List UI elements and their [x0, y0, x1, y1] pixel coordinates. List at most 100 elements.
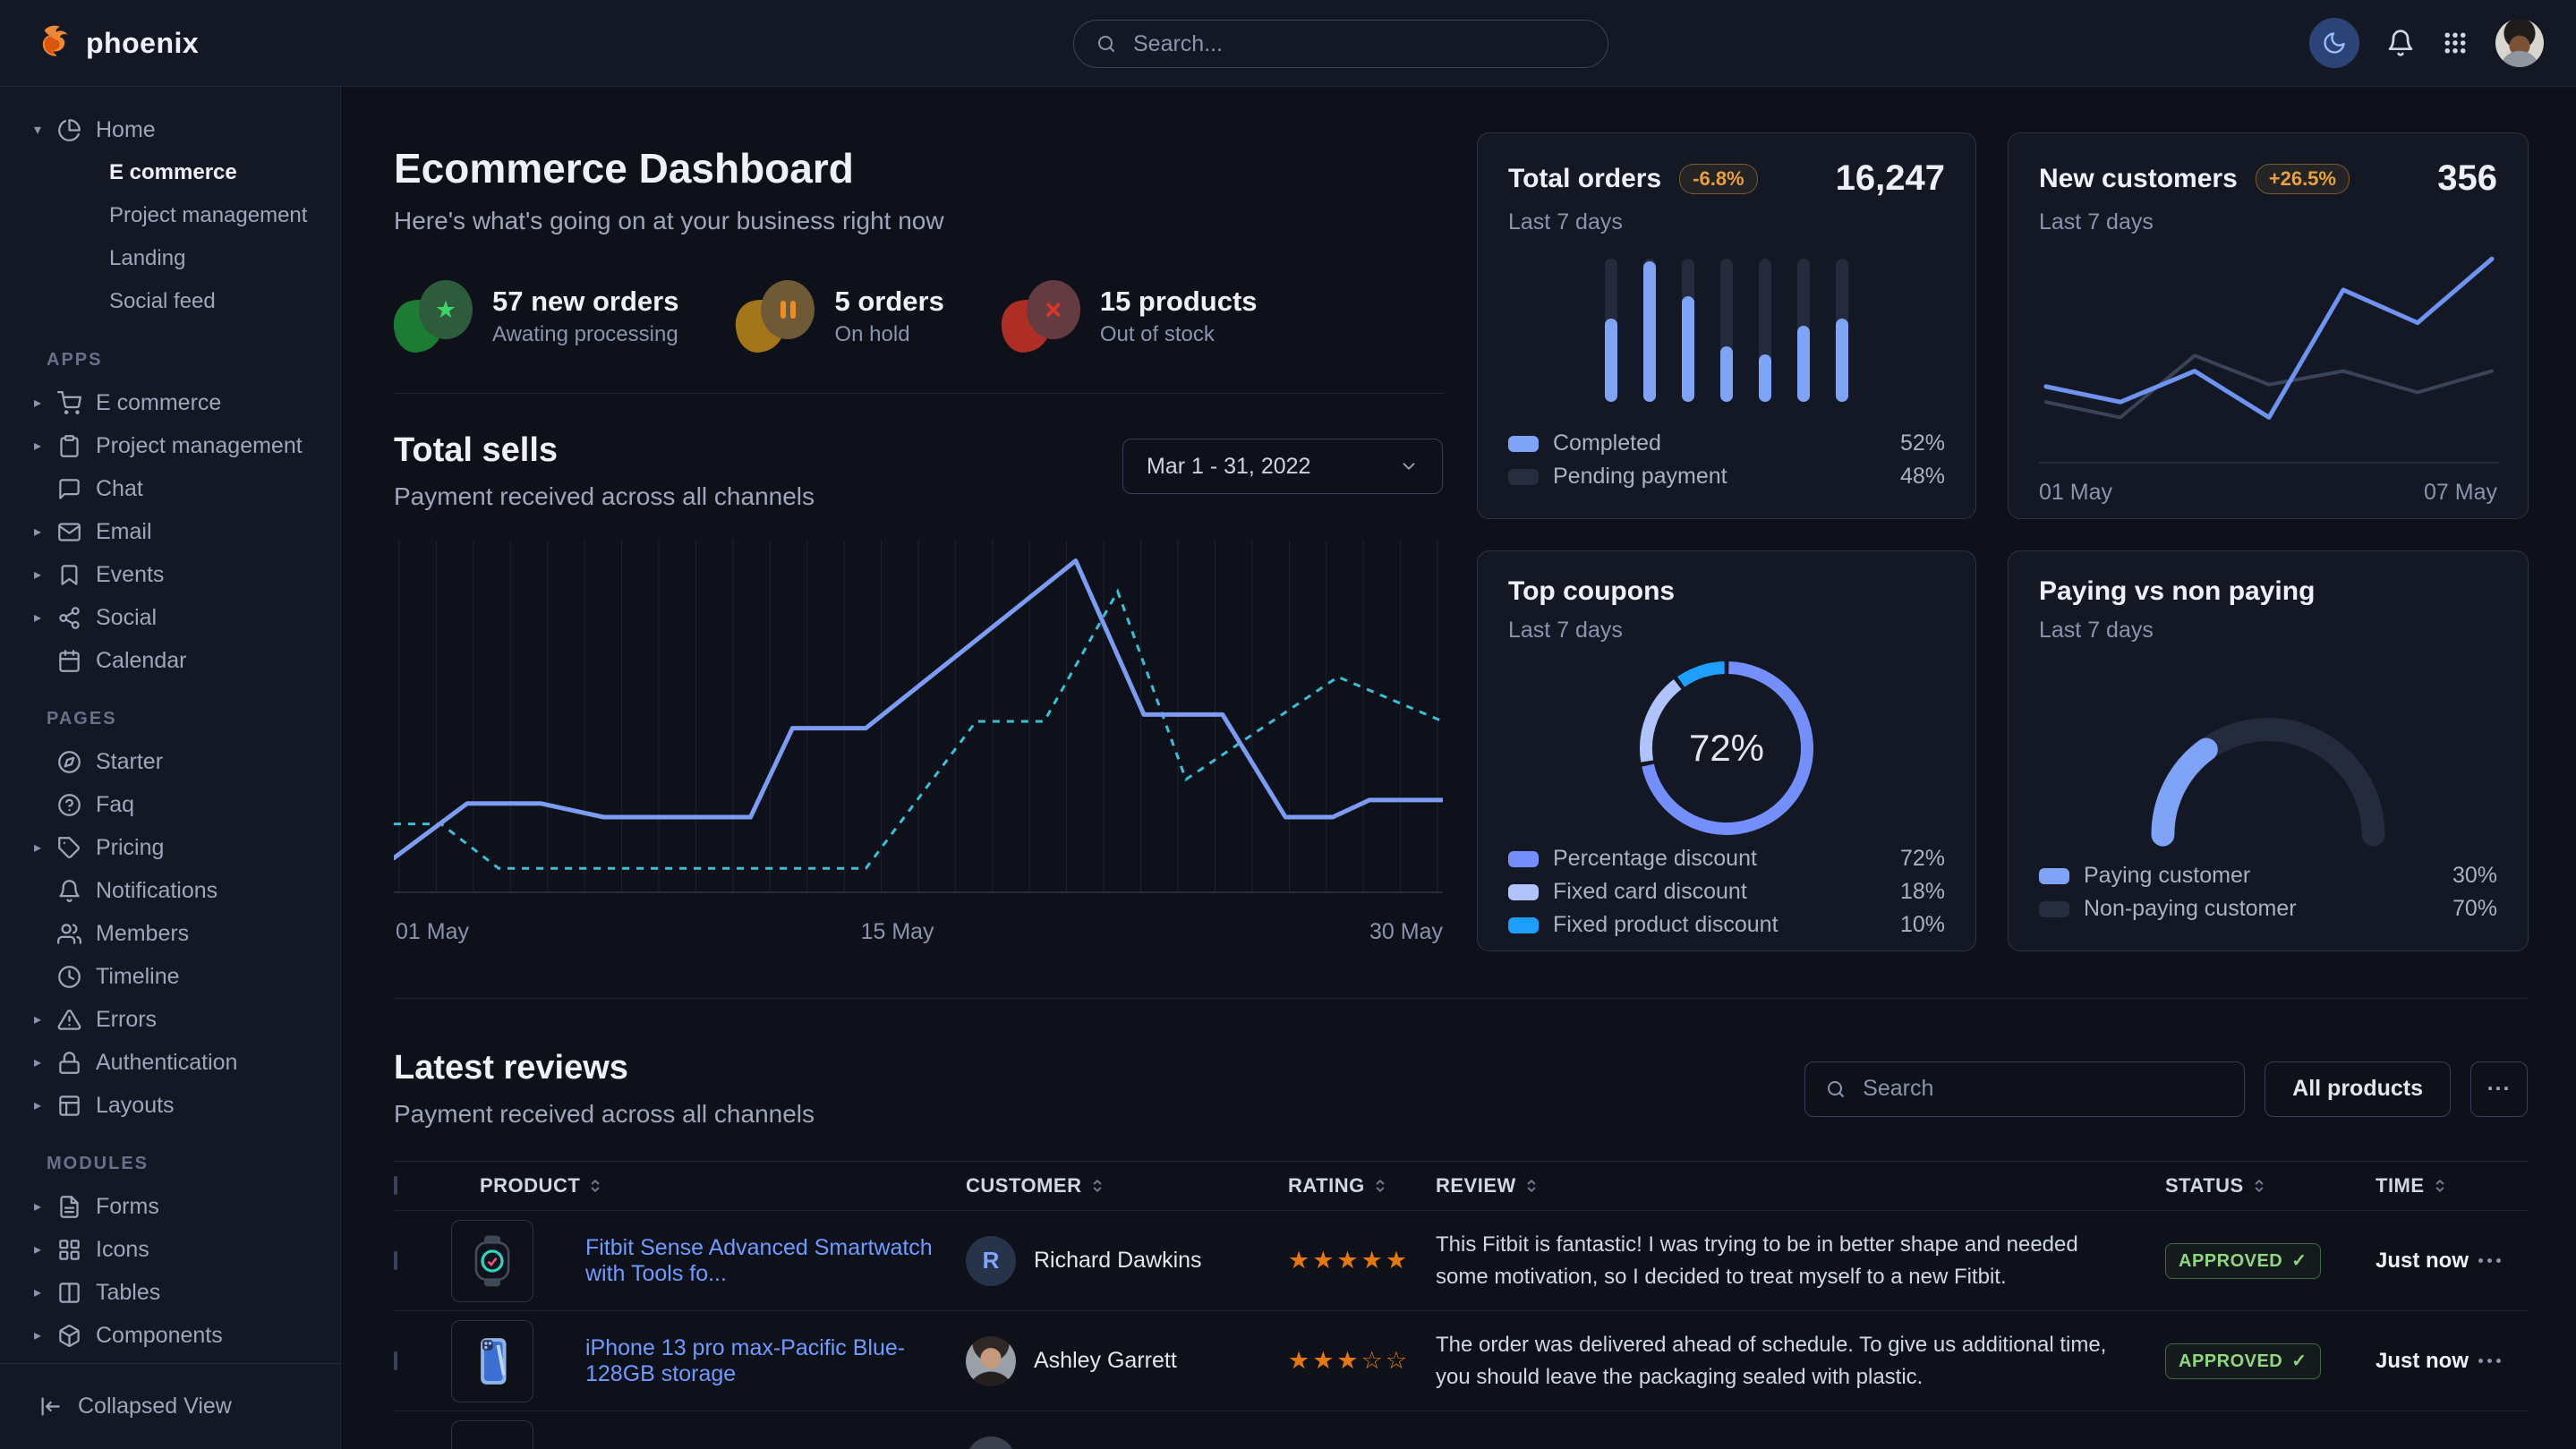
- legend-row: Fixed product discount10%: [1508, 908, 1945, 942]
- caret-right-icon: ▸: [34, 1096, 41, 1114]
- card-value: 16,247: [1836, 158, 1945, 199]
- calendar-icon: [57, 649, 81, 673]
- all-products-button[interactable]: All products: [2265, 1061, 2451, 1117]
- user-avatar[interactable]: [2495, 19, 2544, 67]
- date-range-select[interactable]: Mar 1 - 31, 2022: [1122, 439, 1443, 494]
- total-sells-title: Total sells: [394, 431, 815, 470]
- sidebar-item-home[interactable]: ▾Home: [0, 108, 340, 151]
- stat-caption: Out of stock: [1100, 322, 1258, 347]
- product-link[interactable]: iPhone 13 pro max-Pacific Blue-128GB sto…: [585, 1335, 966, 1387]
- clipboard-icon: [57, 434, 81, 458]
- sidebar-item-project-management[interactable]: ▸Project management: [0, 424, 340, 467]
- more-options-button[interactable]: ...: [2470, 1061, 2528, 1117]
- layout-icon: [57, 1094, 81, 1118]
- row-checkbox[interactable]: [394, 1351, 397, 1370]
- sidebar-item-notifications[interactable]: Notifications: [0, 869, 340, 912]
- product-link[interactable]: Fitbit Sense Advanced Smartwatch with To…: [585, 1235, 966, 1287]
- compass-icon: [57, 750, 81, 774]
- sidebar-item-social[interactable]: ▸Social: [0, 596, 340, 639]
- table-header-row: PRODUCTCUSTOMERRATINGREVIEWSTATUSTIME: [394, 1161, 2528, 1211]
- collapsed-view-toggle[interactable]: Collapsed View: [0, 1363, 340, 1449]
- customer-name: Richard Dawkins: [1034, 1248, 1202, 1274]
- card-value: 356: [2437, 158, 2497, 199]
- sidebar-subitem-project-management[interactable]: Project management: [0, 194, 340, 237]
- reviews-search-input[interactable]: [1861, 1075, 2224, 1103]
- product-thumbnail[interactable]: [451, 1320, 533, 1402]
- card-period: Last 7 days: [2039, 618, 2497, 644]
- sidebar-item-faq[interactable]: Faq: [0, 783, 340, 826]
- bell-icon: [2386, 29, 2415, 57]
- chat-icon: [57, 477, 81, 501]
- row-more-icon[interactable]: [2478, 1258, 2528, 1263]
- stat-success: ★57 new ordersAwating processing: [394, 280, 678, 352]
- review-time: Just now: [2376, 1249, 2478, 1274]
- sort-icon: [2253, 1177, 2265, 1195]
- table-row: [394, 1411, 2528, 1449]
- paying-legend: Paying customer30%Non-paying customer70%: [2039, 859, 2497, 925]
- review-text: This Fitbit is fantastic! I was trying t…: [1436, 1229, 2165, 1293]
- clock-icon: [57, 965, 81, 989]
- stat-danger: ×15 productsOut of stock: [1002, 280, 1258, 352]
- product-thumbnail[interactable]: [451, 1420, 533, 1449]
- sidebar-item-calendar[interactable]: Calendar: [0, 639, 340, 682]
- global-search-input[interactable]: [1131, 30, 1586, 58]
- global-search[interactable]: [1073, 20, 1608, 68]
- sidebar-subitem-e-commerce[interactable]: E commerce: [0, 151, 340, 194]
- column-header-review[interactable]: REVIEW: [1436, 1174, 2165, 1198]
- sidebar-item-errors[interactable]: ▸Errors: [0, 998, 340, 1041]
- column-header-product[interactable]: PRODUCT: [480, 1174, 966, 1198]
- legend-row: Fixed card discount18%: [1508, 875, 1945, 908]
- page-title: Ecommerce Dashboard: [394, 144, 1443, 192]
- sidebar-item-members[interactable]: Members: [0, 912, 340, 955]
- table-row: Fitbit Sense Advanced Smartwatch with To…: [394, 1211, 2528, 1311]
- product-thumbnail[interactable]: [451, 1220, 533, 1302]
- sidebar-nav: ▾HomeE commerceProject managementLanding…: [0, 87, 340, 1363]
- row-checkbox[interactable]: [394, 1251, 397, 1270]
- column-header-rating[interactable]: RATING: [1288, 1174, 1436, 1198]
- card-period: Last 7 days: [1508, 618, 1945, 644]
- column-header-time[interactable]: TIME: [2376, 1174, 2478, 1198]
- caret-right-icon: ▸: [34, 566, 41, 584]
- bookmark-icon: [57, 563, 81, 587]
- reviews-table: PRODUCTCUSTOMERRATINGREVIEWSTATUSTIME Fit…: [394, 1161, 2528, 1449]
- lock-icon: [57, 1051, 81, 1075]
- date-range-value: Mar 1 - 31, 2022: [1147, 454, 1310, 480]
- sidebar-item-starter[interactable]: Starter: [0, 740, 340, 783]
- caret-down-icon: ▾: [34, 121, 41, 139]
- select-all-checkbox[interactable]: [394, 1176, 397, 1195]
- help-icon: [57, 793, 81, 817]
- reviews-title: Latest reviews: [394, 1049, 815, 1087]
- caret-right-icon: ▸: [34, 1198, 41, 1215]
- sidebar-item-components[interactable]: ▸Components: [0, 1314, 340, 1357]
- status-badge: APPROVED ✓: [2165, 1343, 2321, 1379]
- reviews-search[interactable]: [1804, 1061, 2245, 1117]
- brand[interactable]: phoenix: [32, 22, 199, 64]
- sidebar-item-e-commerce[interactable]: ▸E commerce: [0, 381, 340, 424]
- column-header-customer[interactable]: CUSTOMER: [966, 1174, 1288, 1198]
- sidebar-item-chat[interactable]: Chat: [0, 467, 340, 510]
- sort-icon: [589, 1177, 601, 1195]
- sidebar-subitem-social-feed[interactable]: Social feed: [0, 280, 340, 323]
- sidebar-item-icons[interactable]: ▸Icons: [0, 1228, 340, 1271]
- total-orders-card: Total orders -6.8% 16,247 Last 7 days Co…: [1477, 132, 1976, 519]
- notifications-button[interactable]: [2386, 29, 2415, 57]
- mail-icon: [57, 520, 81, 544]
- cart-icon: [57, 391, 81, 415]
- sidebar-item-authentication[interactable]: ▸Authentication: [0, 1041, 340, 1084]
- sidebar-item-layouts[interactable]: ▸Layouts: [0, 1084, 340, 1127]
- apps-menu-button[interactable]: [2442, 30, 2469, 56]
- sidebar-subitem-landing[interactable]: Landing: [0, 237, 340, 280]
- customer-avatar: R: [966, 1236, 1016, 1286]
- trend-badge: -6.8%: [1679, 164, 1757, 194]
- sidebar-item-forms[interactable]: ▸Forms: [0, 1185, 340, 1228]
- sidebar-item-tables[interactable]: ▸Tables: [0, 1271, 340, 1314]
- column-header-status[interactable]: STATUS: [2165, 1174, 2376, 1198]
- sidebar-item-email[interactable]: ▸Email: [0, 510, 340, 553]
- sidebar-item-pricing[interactable]: ▸Pricing: [0, 826, 340, 869]
- row-more-icon[interactable]: [2478, 1359, 2528, 1363]
- sidebar-item-events[interactable]: ▸Events: [0, 553, 340, 596]
- sidebar-item-timeline[interactable]: Timeline: [0, 955, 340, 998]
- status-badge: APPROVED ✓: [2165, 1243, 2321, 1279]
- section-divider: [394, 998, 2528, 999]
- theme-toggle-button[interactable]: [2309, 18, 2359, 68]
